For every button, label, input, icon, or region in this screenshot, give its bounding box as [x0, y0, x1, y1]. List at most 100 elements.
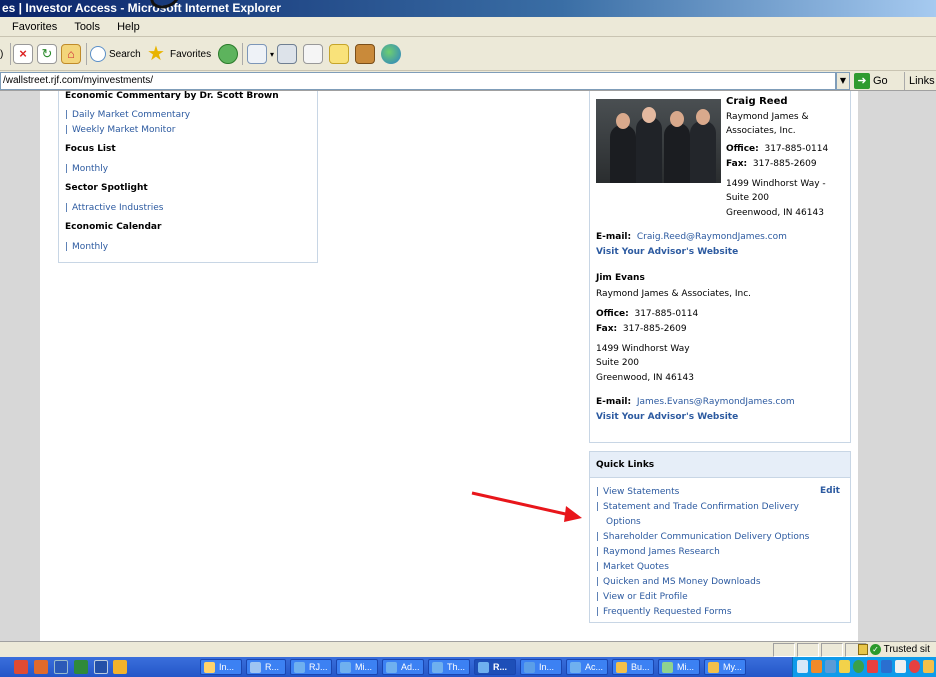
list-item[interactable]: | Weekly Market Monitor: [65, 125, 175, 135]
advisor2-email-link[interactable]: James.Evans@RaymondJames.com: [637, 397, 795, 407]
taskbar-button[interactable]: R...: [474, 659, 516, 675]
taskbar-button[interactable]: Mi...: [658, 659, 700, 675]
advisor2-email-row: E-mail: James.Evans@RaymondJames.com: [596, 397, 795, 407]
taskbar-button[interactable]: In...: [200, 659, 242, 675]
taskbar-button[interactable]: In...: [520, 659, 562, 675]
calendar-monthly-link[interactable]: Monthly: [72, 242, 108, 252]
list-item[interactable]: | Raymond James Research: [596, 547, 720, 557]
search-button[interactable]: Search: [90, 43, 141, 65]
advisor1-website-link[interactable]: Visit Your Advisor's Website: [596, 247, 738, 257]
tray-icon[interactable]: [895, 660, 906, 673]
rj-research-link[interactable]: Raymond James Research: [603, 547, 720, 557]
mail-icon: [247, 44, 267, 64]
market-quotes-link[interactable]: Market Quotes: [603, 562, 669, 572]
taskbar-button[interactable]: My...: [704, 659, 746, 675]
list-item[interactable]: | Frequently Requested Forms: [596, 607, 732, 617]
security-zone[interactable]: ✓ Trusted sit: [870, 643, 930, 657]
list-item[interactable]: | Statement and Trade Confirmation Delive…: [596, 502, 799, 512]
address-input[interactable]: /wallstreet.rjf.com/myinvestments/: [0, 72, 836, 90]
quicklaunch-desktop-icon[interactable]: [94, 660, 108, 674]
messenger-button[interactable]: [381, 43, 404, 65]
edit-link[interactable]: Edit: [820, 486, 840, 496]
discuss-button[interactable]: [329, 43, 352, 65]
links-button[interactable]: Links: [904, 72, 935, 90]
tray-icon[interactable]: [867, 660, 878, 673]
taskbar-button[interactable]: Th...: [428, 659, 470, 675]
taskbar-button[interactable]: Bu...: [612, 659, 654, 675]
taskbar-button[interactable]: Ad...: [382, 659, 424, 675]
list-item[interactable]: | Market Quotes: [596, 562, 669, 572]
advisor2-website-link[interactable]: Visit Your Advisor's Website: [596, 412, 738, 422]
taskbar-button[interactable]: Mi...: [336, 659, 378, 675]
toolbar: ) × ↻ ⌂ Search ★ Favorites ▾: [0, 37, 936, 71]
history-button[interactable]: [218, 43, 241, 65]
advisor1-email-row: E-mail: Craig.Reed@RaymondJames.com: [596, 232, 787, 242]
favorites-button[interactable]: ★ Favorites: [147, 43, 211, 65]
research-button[interactable]: [355, 43, 378, 65]
tray-icon[interactable]: [839, 660, 850, 673]
home-button[interactable]: ⌂: [61, 43, 84, 65]
quick-links-box: Quick Links | View Statements Edit | State…: [589, 451, 851, 623]
taskbar-button[interactable]: RJ...: [290, 659, 332, 675]
advisor1-firm-line2: Associates, Inc.: [726, 126, 796, 136]
quicklaunch-acrobat-icon[interactable]: [14, 660, 28, 674]
advisor2-address-2: Suite 200: [596, 358, 640, 368]
title-bar[interactable]: es | Investor Access - Microsoft Interne…: [0, 0, 936, 17]
tray-icon[interactable]: [853, 660, 864, 673]
tray-icon[interactable]: [797, 660, 808, 673]
view-statements-link[interactable]: View Statements: [603, 487, 679, 497]
advisor1-address-1: 1499 Windhorst Way -: [726, 179, 826, 189]
statement-delivery-link-cont[interactable]: Options: [606, 517, 641, 527]
list-item[interactable]: | Monthly: [65, 164, 108, 174]
menu-favorites[interactable]: Favorites: [12, 21, 57, 33]
stop-button[interactable]: ×: [13, 43, 36, 65]
go-arrow-icon: ➜: [854, 73, 870, 89]
requested-forms-link[interactable]: Frequently Requested Forms: [603, 607, 731, 617]
refresh-button[interactable]: ↻: [37, 43, 60, 65]
shareholder-delivery-link[interactable]: Shareholder Communication Delivery Optio…: [603, 532, 809, 542]
list-item[interactable]: | View or Edit Profile: [596, 592, 688, 602]
tray-icon[interactable]: [825, 660, 836, 673]
statement-delivery-link[interactable]: Statement and Trade Confirmation Deliver…: [603, 502, 799, 512]
menu-help[interactable]: Help: [117, 21, 140, 33]
address-dropdown-icon[interactable]: ▼: [836, 72, 850, 90]
red-arrow-annotation: [471, 491, 582, 522]
quicklaunch-outlook-icon[interactable]: [113, 660, 127, 674]
focus-monthly-link[interactable]: Monthly: [72, 164, 108, 174]
quicklaunch-word-icon[interactable]: [54, 660, 68, 674]
list-item[interactable]: | View Statements: [596, 487, 679, 497]
go-button[interactable]: ➜ Go: [854, 72, 888, 90]
taskbar-button[interactable]: Ac...: [566, 659, 608, 675]
sector-heading: Sector Spotlight: [65, 183, 148, 193]
list-item[interactable]: | Attractive Industries: [65, 203, 163, 213]
status-cell: [773, 643, 795, 657]
quicklaunch-powerpoint-icon[interactable]: [34, 660, 48, 674]
mail-button[interactable]: ▾: [247, 43, 274, 65]
browser-window: es | Investor Access - Microsoft Interne…: [0, 0, 936, 677]
daily-market-commentary-link[interactable]: Daily Market Commentary: [72, 110, 190, 120]
list-item[interactable]: | Daily Market Commentary: [65, 110, 190, 120]
edit-profile-link[interactable]: View or Edit Profile: [603, 592, 688, 602]
advisor1-email-link[interactable]: Craig.Reed@RaymondJames.com: [637, 232, 787, 242]
menu-tools[interactable]: Tools: [74, 21, 100, 33]
refresh-icon: ↻: [37, 44, 57, 64]
weekly-market-monitor-link[interactable]: Weekly Market Monitor: [72, 125, 175, 135]
note-icon: [329, 44, 349, 64]
stop-icon: ×: [13, 44, 33, 64]
back-dropdown[interactable]: ): [0, 43, 3, 65]
quicken-downloads-link[interactable]: Quicken and MS Money Downloads: [603, 577, 761, 587]
list-item[interactable]: | Monthly: [65, 242, 108, 252]
tray-icon[interactable]: [881, 660, 892, 673]
print-button[interactable]: [277, 43, 300, 65]
list-item[interactable]: Options: [606, 517, 641, 527]
attractive-industries-link[interactable]: Attractive Industries: [72, 203, 163, 213]
tray-icon[interactable]: [909, 660, 920, 673]
edit-button[interactable]: [303, 43, 326, 65]
taskbar-button[interactable]: R...: [246, 659, 286, 675]
calendar-heading: Economic Calendar: [65, 222, 162, 232]
tray-icon[interactable]: [811, 660, 822, 673]
tray-icon[interactable]: [923, 660, 934, 673]
list-item[interactable]: | Quicken and MS Money Downloads: [596, 577, 761, 587]
quicklaunch-excel-icon[interactable]: [74, 660, 88, 674]
list-item[interactable]: | Shareholder Communication Delivery Opti…: [596, 532, 809, 542]
